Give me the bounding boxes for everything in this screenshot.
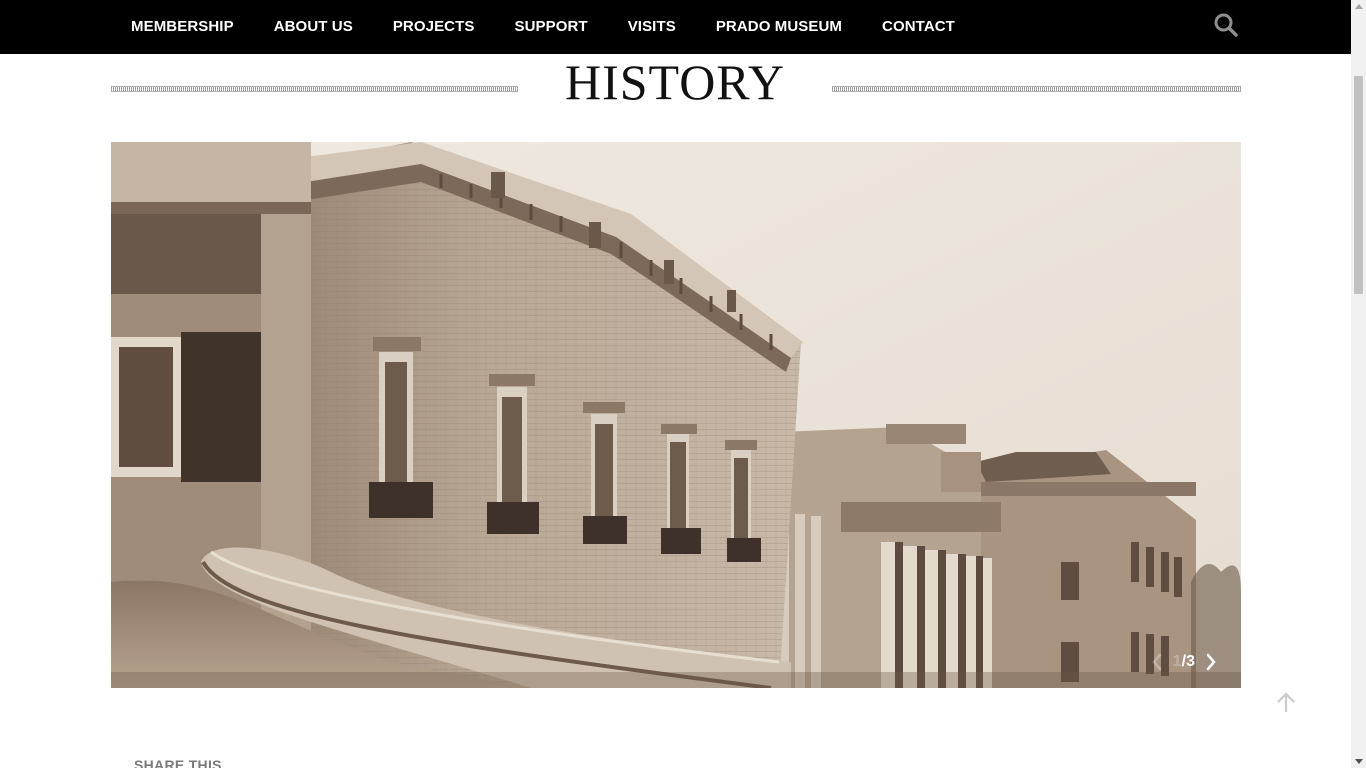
title-rule-left [111,86,518,92]
page-title: HISTORY [564,54,785,110]
slide-total-number: 3 [1186,653,1195,670]
nav-item-visits[interactable]: VISITS [608,0,696,54]
history-image-slider[interactable]: 1 / 3 [111,142,1241,688]
top-navigation-bar: MEMBERSHIP ABOUT US PROJECTS SUPPORT VIS… [0,0,1351,54]
slide-counter: 1 / 3 [1173,653,1195,671]
slider-next-button[interactable] [1201,650,1221,674]
nav-item-prado-museum[interactable]: PRADO MUSEUM [696,0,862,54]
arrow-up-icon [1277,692,1295,712]
slide-current-number: 1 [1172,653,1182,670]
nav-item-contact[interactable]: CONTACT [862,0,975,54]
slider-prev-button[interactable] [1147,650,1167,674]
chevron-left-icon [1152,653,1161,671]
nav-item-projects[interactable]: PROJECTS [373,0,495,54]
back-to-top-button[interactable] [1274,691,1298,715]
search-icon [1214,13,1238,37]
title-rule-right [832,86,1241,92]
nav-item-membership[interactable]: MEMBERSHIP [111,0,254,54]
share-this-label: SHARE THIS [134,757,222,768]
page: MEMBERSHIP ABOUT US PROJECTS SUPPORT VIS… [0,0,1366,768]
slider-controls: 1 / 3 [1147,650,1221,674]
scroll-up-arrow-icon[interactable] [1355,4,1363,9]
scroll-thumb[interactable] [1354,76,1363,294]
chevron-right-icon [1206,653,1216,671]
main-menu: MEMBERSHIP ABOUT US PROJECTS SUPPORT VIS… [111,0,975,54]
scroll-down-arrow-icon[interactable] [1355,759,1363,764]
nav-item-support[interactable]: SUPPORT [494,0,607,54]
page-scrollbar[interactable] [1351,0,1366,768]
slide-photo-museum-building [111,142,1241,688]
search-button[interactable] [1212,11,1240,39]
nav-item-about-us[interactable]: ABOUT US [254,0,373,54]
